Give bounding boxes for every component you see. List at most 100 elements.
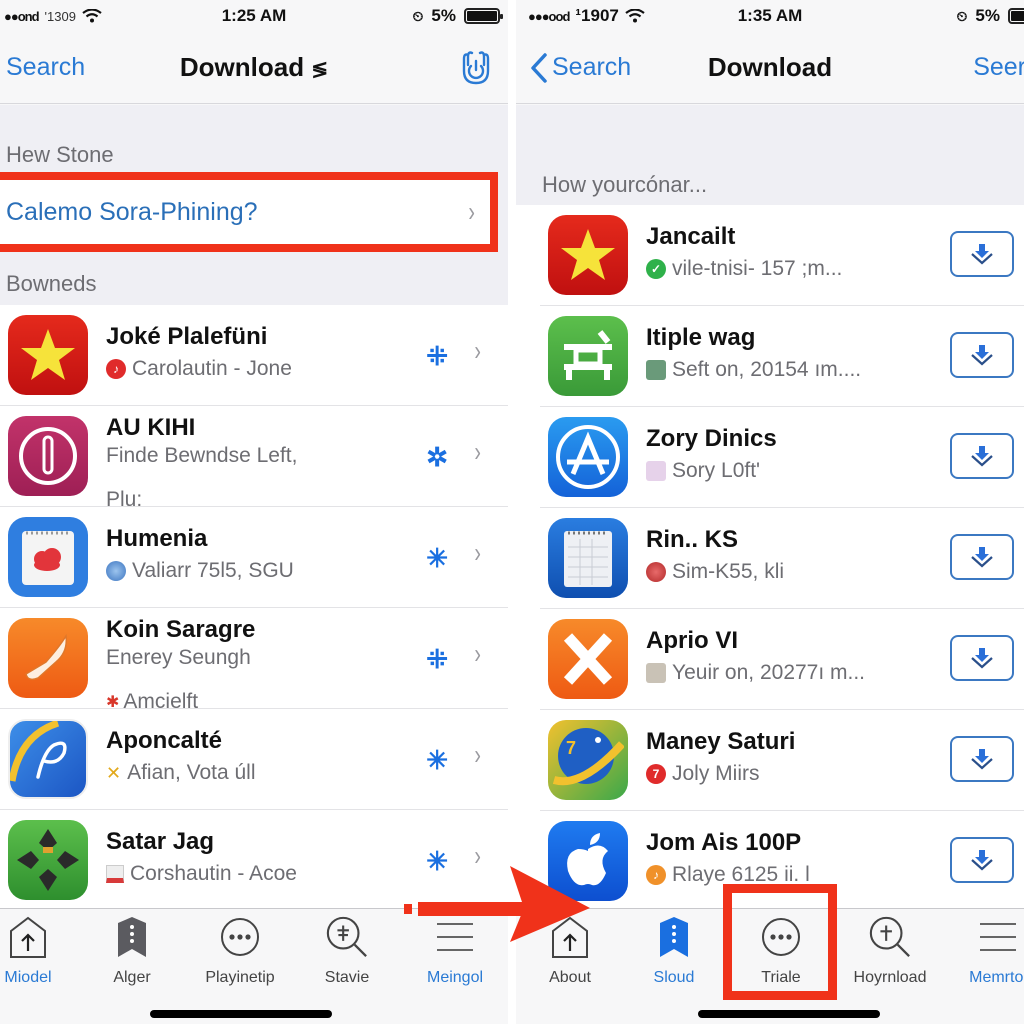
app-title: Aponcalté <box>106 727 223 754</box>
home-indicator[interactable] <box>698 1010 880 1018</box>
tab-label: Sloud <box>653 969 695 986</box>
download-arrow-icon <box>971 648 993 669</box>
pen-app-icon <box>8 719 88 799</box>
download-button[interactable] <box>950 534 1014 580</box>
alarm-icon: ⏲ <box>412 7 424 24</box>
globe-badge-icon <box>106 561 126 581</box>
tab-stavie[interactable]: Stavie <box>297 915 397 987</box>
alarm-icon: ⏲ <box>956 7 968 24</box>
download-button[interactable] <box>950 433 1014 479</box>
app-subtitle: Finde Bewndse Left, <box>106 444 298 467</box>
tab-label: About <box>549 969 591 986</box>
app-title: Humenia <box>106 525 208 552</box>
asterisk-icon[interactable]: ✲ <box>426 442 448 473</box>
nav-right-button[interactable]: Seer <box>973 53 1024 82</box>
download-arrow-icon <box>971 547 993 568</box>
app-subtitle: Sim-K55, kli <box>672 560 785 583</box>
app-list: Joké Plalefüni ♪ Carolautin - Jone ⁜ › AU… <box>0 305 508 911</box>
status-bar: ●●●ood ¹1907 1:35 AM ⏲ 5% <box>516 0 1024 32</box>
card-badge-icon <box>106 865 124 883</box>
download-arrow-icon <box>971 749 993 770</box>
app-subtitle: Carolautin - Jone <box>132 357 292 380</box>
tab-hoyrnload[interactable]: Hoyrnload <box>840 915 940 987</box>
power-app-icon <box>8 416 88 496</box>
app-subtitle: Yeuir on, 20277ı m... <box>672 661 866 684</box>
chevron-right-icon: › <box>474 335 481 366</box>
download-button[interactable] <box>950 736 1014 782</box>
check-badge-icon: ✓ <box>646 259 666 279</box>
tab-label: Memrtol <box>969 969 1024 986</box>
tab-label: Alger <box>113 969 151 986</box>
back-label: Search <box>552 53 632 81</box>
download-button[interactable] <box>950 635 1014 681</box>
tab-alger[interactable]: Alger <box>82 915 182 987</box>
image-badge-icon <box>646 461 666 481</box>
home-upload-icon <box>6 915 50 959</box>
search-plus-icon <box>325 915 369 959</box>
app-subtitle: Joly Miirs <box>672 762 760 785</box>
list-item[interactable]: Itiple wag Seft on, 20154 ım.... <box>540 306 1024 407</box>
back-button[interactable]: Search <box>6 53 85 82</box>
download-button[interactable] <box>950 231 1014 277</box>
navigation-bar: Search Download ≶ <box>0 32 508 104</box>
asterisk-icon[interactable]: ✳ <box>426 543 448 574</box>
asterisk-icon[interactable]: ✳ <box>426 745 448 776</box>
page-title-text: Download <box>179 52 305 82</box>
app-title: Aprio VI <box>646 627 739 654</box>
app-title: Maney Saturi <box>646 728 796 755</box>
navigation-bar: Search Download Seer <box>516 32 1024 104</box>
asterisk-icon[interactable]: ⁜ <box>426 644 448 675</box>
home-indicator[interactable] <box>150 1010 332 1018</box>
app-title: Rin.. KS <box>646 526 739 553</box>
download-button[interactable] <box>950 837 1014 883</box>
star-app-icon <box>548 215 628 295</box>
battery-icon <box>464 8 503 24</box>
list-item[interactable]: Joké Plalefüni ♪ Carolautin - Jone ⁜ › <box>0 305 508 406</box>
bookmark-icon <box>652 915 696 959</box>
globe-app-icon: 7 <box>548 720 628 800</box>
tab-label: Stavie <box>324 969 370 986</box>
list-item[interactable]: 7 Maney Saturi 7 Joly Miirs <box>540 710 1024 811</box>
power-hand-icon <box>462 50 490 84</box>
tab-sloud[interactable]: Sloud <box>624 915 724 987</box>
notepad-app-icon <box>548 518 628 598</box>
tools-badge-icon: ✕ <box>106 762 122 783</box>
download-arrow-icon <box>971 244 993 265</box>
dpad-app-icon <box>8 820 88 900</box>
list-item[interactable]: Rin.. KS Sim-K55, kli <box>540 508 1024 609</box>
list-item[interactable]: Aprio VI Yeuir on, 20277ı m... <box>540 609 1024 710</box>
download-button[interactable] <box>950 332 1014 378</box>
power-hand-button[interactable] <box>458 49 494 87</box>
highlighted-row-label: Calemo Sora-Phining? <box>6 197 258 226</box>
app-title: AU KIHI <box>106 414 196 441</box>
section-header: How yourcónar... <box>542 172 708 197</box>
chevron-right-icon: › <box>474 436 481 467</box>
tab-label: Meingol <box>426 969 484 986</box>
list-item[interactable]: Zory Dinics Sory L0ft' <box>540 407 1024 508</box>
back-button[interactable]: Search <box>530 52 631 84</box>
list-item[interactable]: Aponcalté ✕ Afian, Vota úll ✳ › <box>0 709 508 810</box>
tab-memrtol[interactable]: Memrtol <box>948 915 1024 987</box>
image-badge-icon <box>646 663 666 683</box>
chevron-left-icon <box>531 52 547 83</box>
sort-icon: ≶ <box>311 59 329 81</box>
x-app-icon <box>548 619 628 699</box>
grid-app-icon <box>548 316 628 396</box>
tab-label: Playinetip <box>205 969 275 986</box>
app-subtitle: Seft on, 20154 ım.... <box>672 358 862 381</box>
app-subtitle: Enerey Seungh <box>106 646 251 669</box>
chevron-right-icon: › <box>468 196 475 227</box>
app-title: Satar Jag <box>106 828 215 855</box>
list-item[interactable]: Humenia Valiarr 75l5, SGU ✳ › <box>0 507 508 608</box>
highlighted-row[interactable]: Calemo Sora-Phining? › <box>0 172 498 252</box>
asterisk-icon[interactable]: ⁜ <box>426 341 448 372</box>
chevron-right-icon: › <box>474 739 481 770</box>
download-arrow-icon <box>971 850 993 871</box>
list-item[interactable]: Jancailt ✓ vile-tnisi- 157 ;m... <box>540 205 1024 306</box>
list-item[interactable]: AU KIHI Finde Bewndse Left, Plu: ✲ › <box>0 406 508 511</box>
star-app-icon <box>8 315 88 395</box>
tab-miodel[interactable]: Miodel <box>0 915 78 987</box>
tab-playinetip[interactable]: Playinetip <box>190 915 290 987</box>
list-item[interactable]: Koin Saragre Enerey Seungh ✱ Amcielft ⁜ › <box>0 608 508 713</box>
battery-percent: 5% <box>975 6 1000 25</box>
